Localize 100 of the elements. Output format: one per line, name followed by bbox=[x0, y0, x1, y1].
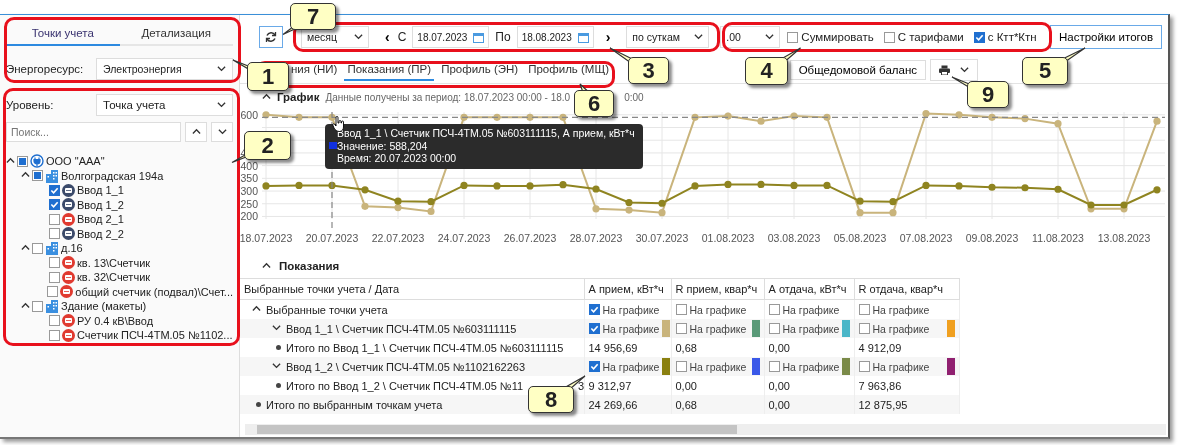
expand-icon[interactable] bbox=[272, 324, 281, 333]
tree-item[interactable]: ООО "ААА" bbox=[46, 155, 105, 168]
tab[interactable]: Профиль (ЭН) bbox=[438, 59, 522, 81]
search-field[interactable]: Поиск... bbox=[6, 122, 181, 142]
tree-item[interactable]: д.16 bbox=[61, 242, 83, 255]
checkbox[interactable] bbox=[49, 257, 60, 269]
checkbox[interactable] bbox=[768, 323, 780, 334]
color-swatch[interactable] bbox=[842, 320, 851, 337]
checkbox[interactable] bbox=[32, 242, 43, 254]
checkbox[interactable] bbox=[17, 155, 28, 167]
print-button[interactable] bbox=[930, 59, 978, 81]
dropdown[interactable]: Точка учета bbox=[96, 94, 233, 116]
checkbox[interactable] bbox=[47, 286, 59, 298]
checkbox-label[interactable]: С тарифами bbox=[897, 31, 964, 43]
checkbox[interactable] bbox=[858, 361, 870, 372]
column-header[interactable]: А прием, кВт*ч bbox=[584, 278, 671, 300]
tree-item[interactable]: Ввод 2_1 bbox=[77, 213, 124, 226]
tab[interactable]: Детализация bbox=[119, 23, 233, 46]
previous-button[interactable]: ‹ bbox=[383, 29, 392, 45]
collapse-icon[interactable] bbox=[262, 92, 271, 102]
calendar-icon[interactable] bbox=[473, 31, 485, 43]
chevron-down-icon[interactable] bbox=[354, 32, 363, 42]
color-swatch[interactable] bbox=[662, 320, 671, 337]
up-button[interactable] bbox=[185, 122, 207, 142]
precision-dropdown[interactable]: .00 bbox=[720, 26, 781, 48]
checkbox[interactable] bbox=[49, 228, 60, 240]
checkbox[interactable] bbox=[787, 31, 799, 43]
checkbox[interactable] bbox=[883, 31, 895, 43]
collapse-icon[interactable] bbox=[252, 305, 261, 314]
expand-icon[interactable] bbox=[272, 362, 281, 371]
checkbox[interactable] bbox=[858, 323, 870, 334]
checkbox[interactable] bbox=[768, 304, 780, 315]
checkbox[interactable] bbox=[588, 323, 600, 334]
settings-button[interactable]: Настройки итогов bbox=[1050, 25, 1162, 49]
tree-item[interactable]: Ввод 1_1 bbox=[77, 184, 124, 197]
tab[interactable]: Точки учета bbox=[6, 23, 120, 46]
color-swatch[interactable] bbox=[842, 358, 851, 375]
checkbox[interactable] bbox=[768, 361, 780, 372]
chevron-down-icon[interactable] bbox=[694, 32, 704, 42]
tree-item[interactable]: кв. 13\Счетчик bbox=[77, 256, 151, 269]
tree-item[interactable]: кв. 32\Счетчик bbox=[77, 271, 151, 284]
checkbox[interactable] bbox=[588, 304, 600, 315]
checkbox-label[interactable]: На графике bbox=[782, 303, 840, 316]
down-button[interactable] bbox=[211, 122, 233, 142]
chevron-down-icon[interactable] bbox=[217, 64, 226, 74]
checkbox-label[interactable]: На графике bbox=[602, 303, 660, 316]
checkbox[interactable] bbox=[49, 315, 60, 327]
chevron-down-icon[interactable] bbox=[960, 65, 969, 75]
color-swatch[interactable] bbox=[946, 358, 955, 375]
tab[interactable]: Показания (ПР) bbox=[344, 59, 435, 81]
checkbox[interactable] bbox=[49, 329, 60, 341]
collapse-icon[interactable] bbox=[262, 261, 271, 271]
checkbox[interactable] bbox=[675, 304, 687, 315]
tree-item[interactable]: Здание (макеты) bbox=[61, 300, 147, 313]
tree-item[interactable]: Ввод 1_2 bbox=[77, 198, 124, 211]
checkbox[interactable] bbox=[32, 300, 43, 312]
color-swatch[interactable] bbox=[751, 320, 760, 337]
checkbox[interactable] bbox=[32, 170, 43, 182]
chevron-down-icon[interactable] bbox=[217, 127, 227, 137]
balance-button[interactable]: Общедомовой баланс bbox=[789, 60, 926, 80]
scrollbar[interactable] bbox=[245, 424, 1166, 435]
checkbox-label[interactable]: с Ктт*Ктн bbox=[987, 31, 1037, 43]
collapse-icon[interactable] bbox=[6, 156, 15, 166]
checkbox-label[interactable]: На графике bbox=[689, 303, 747, 316]
checkbox[interactable] bbox=[49, 199, 60, 211]
calendar-icon[interactable] bbox=[577, 31, 589, 43]
checkbox[interactable] bbox=[858, 304, 870, 315]
checkbox[interactable] bbox=[675, 361, 687, 372]
checkbox-label[interactable]: Суммировать bbox=[801, 31, 874, 43]
chevron-down-icon[interactable] bbox=[765, 32, 775, 42]
date-field[interactable]: 18.08.2023 bbox=[516, 26, 594, 48]
dropdown[interactable]: Электроэнергия bbox=[96, 58, 233, 80]
checkbox[interactable] bbox=[49, 271, 60, 283]
chevron-down-icon[interactable] bbox=[217, 100, 226, 110]
column-header[interactable]: Выбранные точки учета / Дата bbox=[240, 278, 584, 300]
checkbox[interactable] bbox=[588, 361, 600, 372]
column-header[interactable]: R отдача, квар*ч bbox=[854, 278, 959, 300]
tree-item[interactable]: общий счетчик (подвал)\Счет... bbox=[75, 285, 233, 298]
tree-item[interactable]: РУ 0.4 кВ\Ввод bbox=[77, 314, 154, 327]
tree-item[interactable]: Волгоградская 194а bbox=[61, 169, 164, 182]
checkbox-label[interactable]: На графике bbox=[872, 303, 930, 316]
color-swatch[interactable] bbox=[751, 358, 760, 375]
checkbox[interactable] bbox=[49, 184, 60, 196]
checkbox[interactable] bbox=[49, 213, 60, 225]
checkbox[interactable] bbox=[973, 31, 985, 43]
collapse-icon[interactable] bbox=[21, 301, 30, 311]
refresh-button[interactable] bbox=[259, 26, 283, 48]
column-header[interactable]: R прием, квар*ч bbox=[671, 278, 764, 300]
step-dropdown[interactable]: по суткам bbox=[626, 26, 710, 48]
column-header[interactable]: А отдача, кВт*ч bbox=[764, 278, 854, 300]
checkbox[interactable] bbox=[675, 323, 687, 334]
tab[interactable]: ния (НИ) bbox=[288, 59, 341, 81]
tree-item[interactable]: Ввод 2_2 bbox=[77, 227, 124, 240]
tree-item[interactable]: Счетчик ПСЧ-4ТМ.05 №1102... bbox=[77, 329, 233, 342]
next-button[interactable]: › bbox=[603, 29, 613, 45]
collapse-icon[interactable] bbox=[21, 243, 30, 253]
color-swatch[interactable] bbox=[662, 358, 671, 375]
color-swatch[interactable] bbox=[946, 320, 955, 337]
date-field[interactable]: 18.07.2023 bbox=[412, 26, 490, 48]
chevron-up-icon[interactable] bbox=[191, 127, 201, 137]
